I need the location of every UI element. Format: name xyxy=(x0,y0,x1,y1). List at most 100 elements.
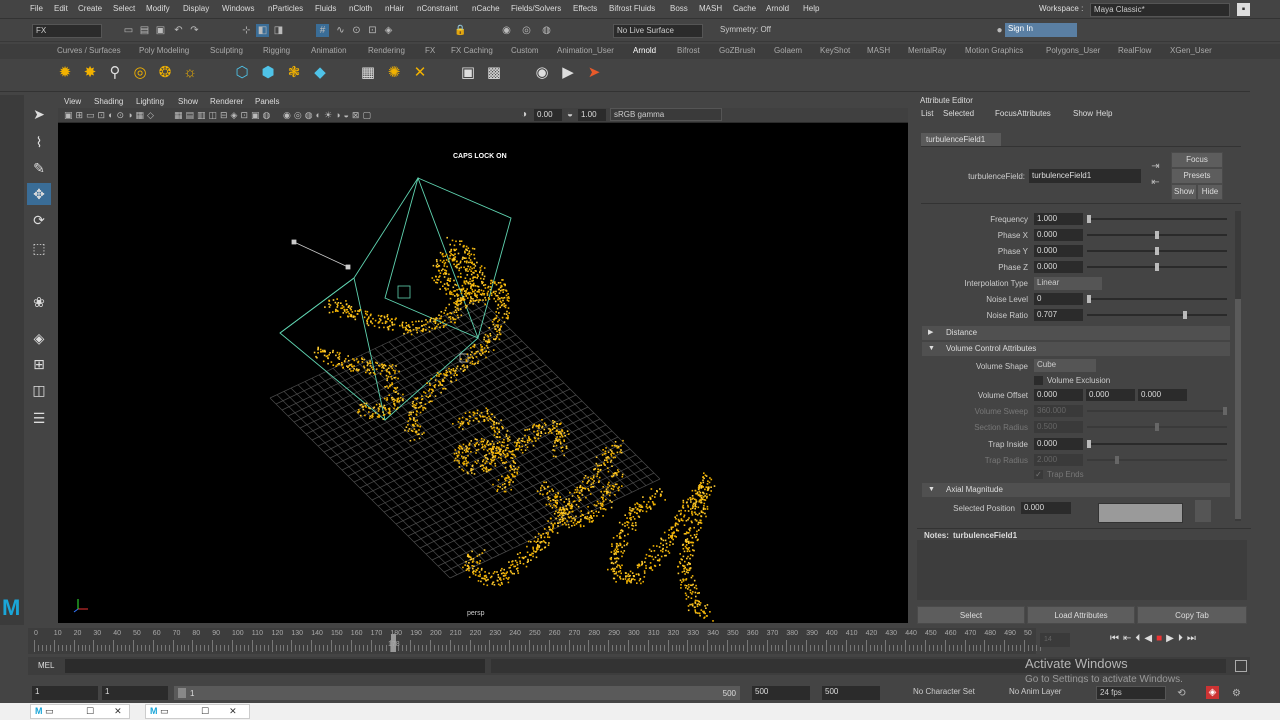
scene-start-field[interactable]: 1 xyxy=(32,686,98,700)
open-scene-icon[interactable]: ▤ xyxy=(138,24,151,37)
focus-output-icon[interactable]: ⇤ xyxy=(1149,176,1162,189)
distance-section[interactable]: ▶ Distance xyxy=(922,326,1230,340)
live-surface-field[interactable]: No Live Surface xyxy=(613,24,703,38)
load-attributes-button[interactable]: Load Attributes xyxy=(1027,606,1135,624)
volume-exclusion-checkbox[interactable] xyxy=(1034,376,1043,385)
volume-shape-select[interactable]: Cube xyxy=(1034,359,1096,372)
tab-mentalray[interactable]: MentalRay xyxy=(908,46,946,55)
menu-nconstraint[interactable]: nConstraint xyxy=(417,4,458,13)
tab-gozbrush[interactable]: GoZBrush xyxy=(719,46,755,55)
noise-ratio-slider[interactable] xyxy=(1087,311,1227,319)
noise-ratio-field[interactable]: 0.707 xyxy=(1034,309,1083,321)
lasso-tool-icon[interactable]: ⌇ xyxy=(27,131,51,153)
volume-offset-y[interactable]: 0.000 xyxy=(1086,389,1135,401)
menu-display[interactable]: Display xyxy=(183,4,209,13)
play-back-icon[interactable]: ◀ xyxy=(1144,633,1156,644)
curve-collector-icon[interactable]: ❃ xyxy=(284,63,304,83)
sign-in-button[interactable]: Sign In xyxy=(1005,23,1077,37)
show-button[interactable]: Show xyxy=(1171,184,1197,200)
mel-label[interactable]: MEL xyxy=(38,661,54,670)
menuset-select[interactable]: FX xyxy=(32,24,102,38)
tab-keyshot[interactable]: KeyShot xyxy=(820,46,850,55)
move-tool-icon[interactable]: ✥ xyxy=(27,183,51,205)
gamma-field[interactable]: 1.00 xyxy=(578,109,606,121)
noise-level-slider[interactable] xyxy=(1087,295,1227,303)
menu-select[interactable]: Select xyxy=(113,4,135,13)
volume-control-section[interactable]: ▼ Volume Control Attributes xyxy=(922,342,1230,356)
ipr-icon[interactable]: ◎ xyxy=(520,24,533,37)
tab-golaem[interactable]: Golaem xyxy=(774,46,802,55)
tab-custom[interactable]: Custom xyxy=(511,46,539,55)
copy-tab-button[interactable]: Copy Tab xyxy=(1137,606,1247,624)
select-button[interactable]: Select xyxy=(917,606,1025,624)
checker-icon[interactable]: ▦ xyxy=(358,63,378,83)
mel-input[interactable] xyxy=(65,659,485,673)
menu-arnold[interactable]: Arnold xyxy=(766,4,789,13)
loop-icon[interactable]: ⟲ xyxy=(1175,687,1188,700)
attr-menu-show[interactable]: Show xyxy=(1073,109,1093,118)
tab-bifrost[interactable]: Bifrost xyxy=(677,46,700,55)
scale-tool-icon[interactable]: ⬚ xyxy=(27,237,51,259)
exposure-field[interactable]: 0.00 xyxy=(534,109,562,121)
select-object-icon[interactable]: ◧ xyxy=(256,24,269,37)
taskbar-maya-window-1[interactable]: M ▭ ☐ ✕ xyxy=(30,704,130,719)
layout-four-icon[interactable]: ⊞ xyxy=(27,353,51,375)
display-tools-icon[interactable]: ▦▤▥◫⊟◈⊡▣◍ xyxy=(174,110,273,121)
tab-animation-user[interactable]: Animation_User xyxy=(557,46,614,55)
viewport-menu-panels[interactable]: Panels xyxy=(255,97,279,106)
step-forward-icon[interactable]: ⏵ xyxy=(1178,633,1187,644)
volume-offset-x[interactable]: 0.000 xyxy=(1034,389,1083,401)
snap-curve-icon[interactable]: ∿ xyxy=(334,24,347,37)
tab-poly-modeling[interactable]: Poly Modeling xyxy=(139,46,189,55)
menu-cache[interactable]: Cache xyxy=(733,4,756,13)
script-editor-icon[interactable] xyxy=(1235,660,1247,672)
layout-single-icon[interactable]: ◈ xyxy=(27,327,51,349)
play-forward-icon[interactable]: ▶ xyxy=(1166,633,1178,644)
volume-icon[interactable]: ⬢ xyxy=(258,63,278,83)
node-name-field[interactable]: turbulenceField1 xyxy=(1029,169,1141,183)
viewport-3d[interactable]: CAPS LOCK ON persp xyxy=(58,123,908,623)
snap-surface-icon[interactable]: ◈ xyxy=(382,24,395,37)
go-end-icon[interactable]: ⏭ xyxy=(1187,633,1200,644)
tab-xgen-user[interactable]: XGen_User xyxy=(1170,46,1212,55)
tab-arnold[interactable]: Arnold xyxy=(633,46,656,55)
menu-ncloth[interactable]: nCloth xyxy=(349,4,372,13)
spot-light-icon[interactable]: ⚲ xyxy=(105,63,125,83)
viewport-menu-show[interactable]: Show xyxy=(178,97,198,106)
noise-level-field[interactable]: 0 xyxy=(1034,293,1083,305)
go-start-icon[interactable]: ⏮ xyxy=(1110,633,1123,644)
attr-menu-list[interactable]: List xyxy=(921,109,933,118)
phase-x-field[interactable]: 0.000 xyxy=(1034,229,1083,241)
scene-view[interactable] xyxy=(58,123,908,623)
tab-mash[interactable]: MASH xyxy=(867,46,890,55)
axial-magnitude-ramp[interactable] xyxy=(1098,503,1183,523)
time-slider[interactable]: 0 10 20 30 40 50 60 70 80 90 100 110 120 130 140 150 160… xyxy=(28,628,1041,654)
new-scene-icon[interactable]: ▭ xyxy=(122,24,135,37)
attr-menu-focus[interactable]: Focus xyxy=(995,109,1017,118)
photometric-light-icon[interactable]: ☼ xyxy=(180,63,200,83)
tab-rendering[interactable]: Rendering xyxy=(368,46,405,55)
menu-nhair[interactable]: nHair xyxy=(385,4,404,13)
autokey-icon[interactable]: ◈ xyxy=(1206,686,1219,699)
lock-icon[interactable]: 🔒 xyxy=(454,24,467,37)
range-slider[interactable]: 1 500 xyxy=(174,686,740,700)
layout-two-icon[interactable]: ◫ xyxy=(27,379,51,401)
volume-offset-z[interactable]: 0.000 xyxy=(1138,389,1187,401)
tab-turbulencefield1[interactable]: turbulenceField1 xyxy=(921,133,1001,146)
toggle-icon[interactable]: ✕ xyxy=(410,63,430,83)
menu-file[interactable]: File xyxy=(30,4,43,13)
phase-y-slider[interactable] xyxy=(1087,247,1227,255)
notes-textarea[interactable] xyxy=(917,540,1247,600)
snap-view-icon[interactable]: ⊡ xyxy=(366,24,379,37)
tab-polygons-user[interactable]: Polygons_User xyxy=(1046,46,1100,55)
render-settings-icon[interactable]: ◍ xyxy=(540,24,553,37)
sphere-light-icon[interactable]: ◎ xyxy=(130,63,150,83)
menu-bifrost-fluids[interactable]: Bifrost Fluids xyxy=(609,4,655,13)
phase-y-field[interactable]: 0.000 xyxy=(1034,245,1083,257)
phase-z-field[interactable]: 0.000 xyxy=(1034,261,1083,273)
anim-layer-select[interactable]: No Anim Layer xyxy=(1006,686,1094,700)
menu-nparticles[interactable]: nParticles xyxy=(268,4,303,13)
menu-fluids[interactable]: Fluids xyxy=(315,4,336,13)
viewport-menu-shading[interactable]: Shading xyxy=(94,97,123,106)
current-frame-field[interactable]: 14 xyxy=(1040,633,1070,647)
